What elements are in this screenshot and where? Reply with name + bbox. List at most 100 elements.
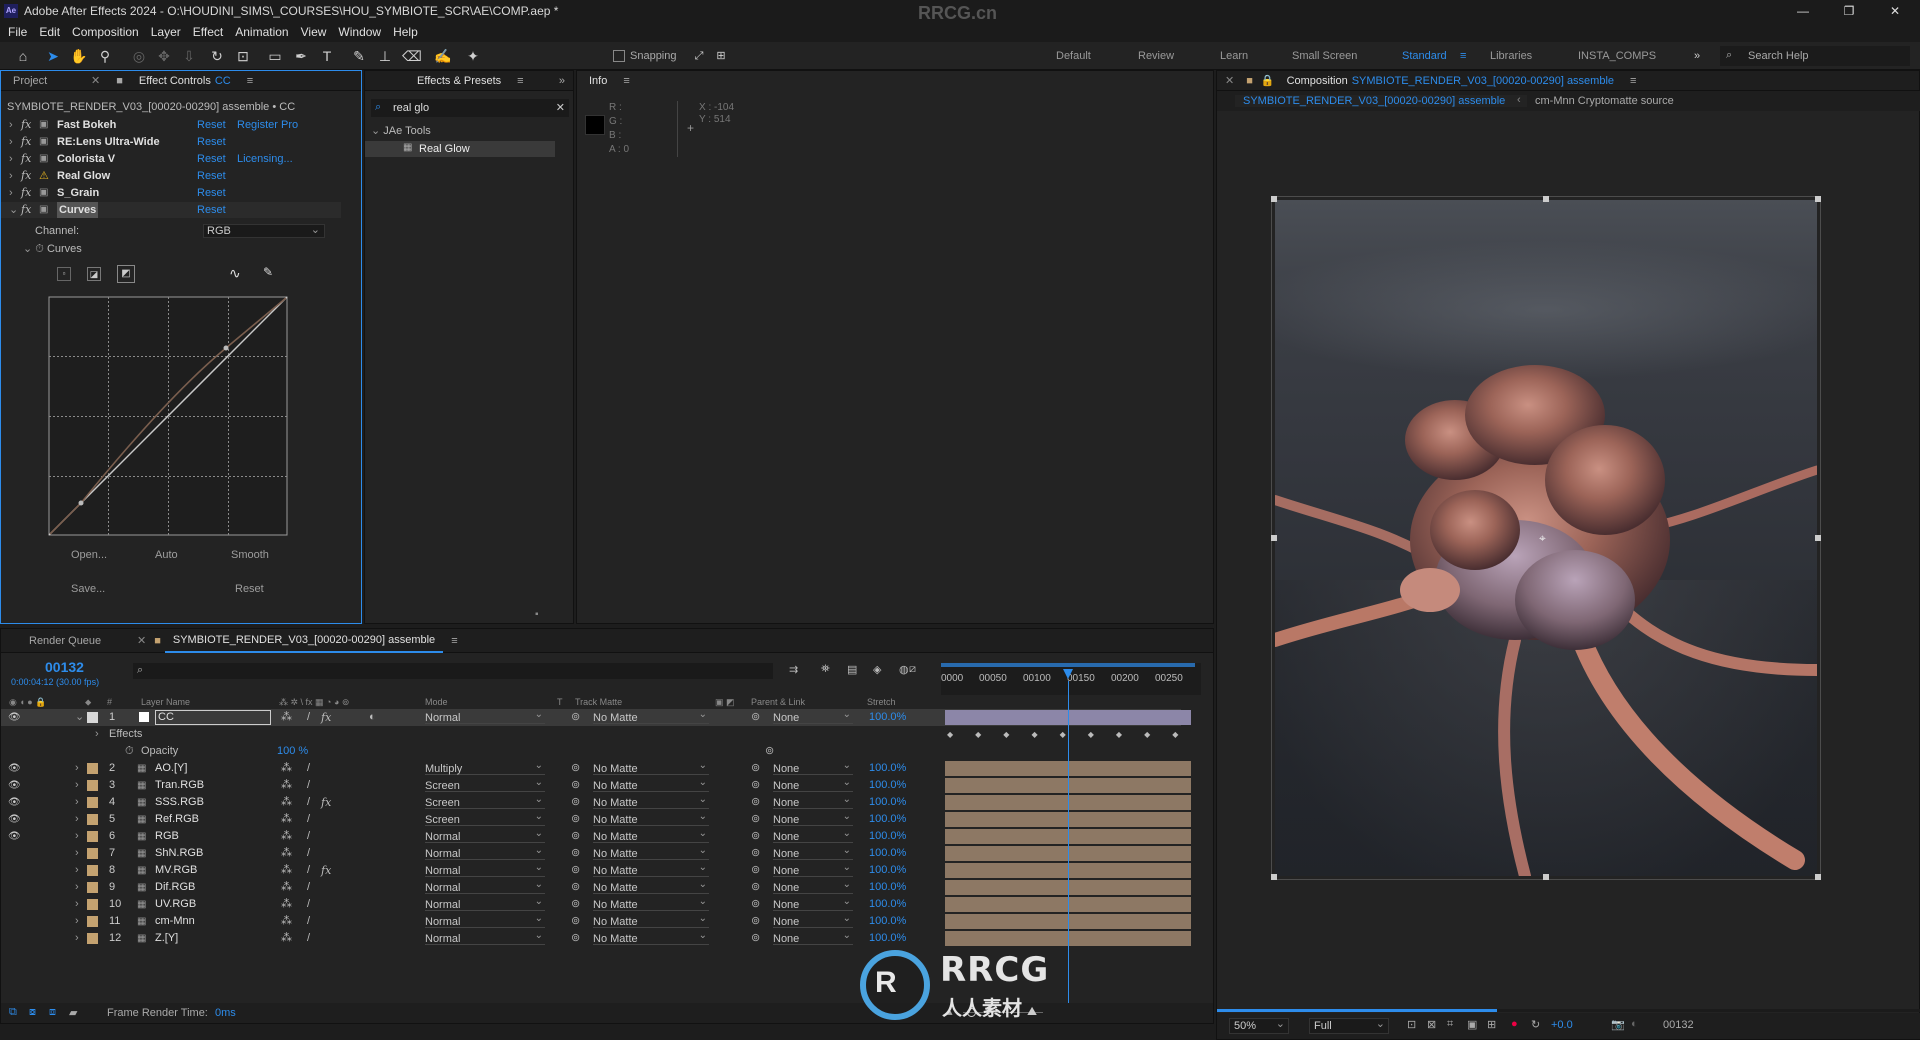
label-color-swatch[interactable] — [87, 780, 98, 791]
quality-switch-icon[interactable]: / — [307, 811, 310, 828]
label-color-swatch[interactable] — [87, 848, 98, 859]
menu-composition[interactable]: Composition — [72, 25, 139, 39]
panel-menu-icon[interactable]: ≡ — [239, 75, 261, 87]
mode-dropdown[interactable]: Normal — [425, 876, 545, 894]
effect-extra-link[interactable]: Register Pro — [237, 117, 298, 133]
toggle-switches-icon[interactable]: ⧉ — [9, 1006, 17, 1019]
track-matte-dropdown[interactable]: No Matte — [593, 825, 709, 843]
quality-switch-icon[interactable]: / — [307, 777, 310, 794]
playhead-line[interactable] — [1068, 681, 1069, 1011]
curves-property-row[interactable]: ⌄ ⏱ Curves — [23, 241, 82, 257]
mode-dropdown[interactable]: Screen — [425, 774, 545, 792]
snap-option-icon[interactable]: ⤢ — [690, 47, 708, 65]
curves-reset-button[interactable]: Reset — [235, 583, 264, 595]
pencil-icon[interactable]: ✎ — [263, 265, 273, 279]
layer-row[interactable]: 👁 › 5 ▦ Ref.RGB ⁂ / Screen ⊚ No Matte ⊚ None 100.0% — [1, 808, 1191, 828]
layer-name[interactable]: CC — [155, 710, 271, 725]
label-color-swatch[interactable] — [87, 899, 98, 910]
stretch-value[interactable]: 100.0% — [869, 930, 906, 947]
chevron-right-icon[interactable]: › — [9, 168, 13, 184]
track-matte-dropdown[interactable]: No Matte — [593, 927, 709, 945]
track-matte-dropdown[interactable]: No Matte — [593, 842, 709, 860]
tab-timeline-comp[interactable]: SYMBIOTE_RENDER_V03_[00020-00290] assemb… — [164, 629, 444, 653]
fx-toggle-icon[interactable]: fx — [21, 134, 31, 150]
workspace-small-screen[interactable]: Small Screen — [1292, 50, 1357, 62]
lock-icon[interactable]: ■ — [108, 75, 131, 87]
effects-search-field[interactable]: ⌕ real glo ✕ — [371, 99, 569, 117]
chevron-right-icon[interactable]: › — [9, 134, 13, 150]
eraser-tool-icon[interactable]: ⌫ — [402, 47, 422, 65]
matte-link-icon[interactable]: ⊚ — [571, 760, 580, 777]
opacity-property-row[interactable]: ⏱ Opacity 100 % ⊚ — [1, 743, 1181, 760]
quality-switch-icon[interactable]: / — [307, 862, 310, 879]
layer-name[interactable]: RGB — [155, 828, 179, 845]
panel-overflow-icon[interactable]: » — [551, 75, 573, 87]
parent-dropdown[interactable]: None — [773, 825, 853, 843]
stretch-value[interactable]: 100.0% — [869, 896, 906, 913]
effect-row[interactable]: › fx ⚠ Real Glow Reset — [1, 168, 341, 184]
mask-visibility-icon[interactable]: ⌗ — [1447, 1018, 1453, 1031]
toggle-modes-icon[interactable]: ⧇ — [29, 1006, 36, 1019]
parent-dropdown[interactable]: None — [773, 808, 853, 826]
fast-previews-icon[interactable]: ⊡ — [1407, 1018, 1416, 1031]
chevron-right-icon[interactable]: › — [75, 811, 79, 828]
pick-whip-icon[interactable]: ⊚ — [751, 930, 760, 947]
mode-dropdown[interactable]: Normal — [425, 927, 545, 945]
label-color-swatch[interactable] — [87, 882, 98, 893]
menu-layer[interactable]: Layer — [151, 25, 181, 39]
stopwatch-icon[interactable]: ⏱ — [35, 243, 44, 255]
zoom-tool-icon[interactable]: ⚲ — [96, 47, 114, 65]
pick-whip-icon[interactable]: ⊚ — [751, 811, 760, 828]
quality-switch-icon[interactable]: / — [307, 913, 310, 930]
layer-name[interactable]: Dif.RGB — [155, 879, 195, 896]
parent-dropdown[interactable]: None — [773, 876, 853, 894]
menu-help[interactable]: Help — [393, 25, 418, 39]
render-time-icon[interactable]: ▰ — [69, 1006, 77, 1019]
chevron-down-icon[interactable]: ⌄ — [75, 709, 84, 726]
effect-row[interactable]: › fx ▣ RE:Lens Ultra-Wide Reset — [1, 134, 341, 150]
tab-effects-presets[interactable]: Effects & Presets — [365, 75, 509, 87]
folder-jae-tools[interactable]: ⌄ JAe Tools — [371, 123, 431, 139]
panel-menu-icon[interactable]: ≡ — [509, 75, 531, 87]
chevron-down-icon[interactable]: ⌄ — [9, 202, 18, 218]
matte-link-icon[interactable]: ⊚ — [571, 811, 580, 828]
mode-dropdown[interactable]: Normal — [425, 893, 545, 911]
shy-switch-icon[interactable]: ⁂ — [281, 777, 292, 794]
effect-row[interactable]: › fx ▣ Colorista V Reset Licensing... — [1, 151, 341, 167]
quality-switch-icon[interactable]: / — [307, 845, 310, 862]
mode-dropdown[interactable]: Normal — [425, 706, 545, 724]
close-tab-icon[interactable]: ✕ — [83, 74, 108, 87]
draft-3d-icon[interactable]: ⛯ — [821, 663, 830, 676]
effect-row[interactable]: › fx ▣ Fast Bokeh Reset Register Pro — [1, 117, 341, 133]
close-tab-icon[interactable]: ✕ — [133, 634, 150, 647]
eye-icon[interactable]: 👁 — [8, 777, 21, 794]
tab-render-queue[interactable]: Render Queue — [1, 635, 133, 647]
exposure-value[interactable]: +0.0 — [1551, 1019, 1573, 1031]
track-matte-dropdown[interactable]: No Matte — [593, 791, 709, 809]
pan-tool-icon[interactable]: ✥ — [155, 47, 173, 65]
orbit-tool-icon[interactable]: ◎ — [130, 47, 148, 65]
opacity-value[interactable]: 100 % — [277, 743, 308, 760]
transform-handle[interactable] — [1271, 535, 1277, 541]
transparency-grid-icon[interactable]: ⊠ — [1427, 1018, 1436, 1031]
effect-item-real-glow[interactable]: ▦ Real Glow — [365, 141, 555, 157]
layer-name[interactable]: MV.RGB — [155, 862, 197, 879]
stretch-value[interactable]: 100.0% — [869, 913, 906, 930]
mode-dropdown[interactable]: Normal — [425, 842, 545, 860]
effect-extra-link[interactable]: Licensing... — [237, 151, 293, 167]
eye-icon[interactable]: 👁 — [8, 811, 21, 828]
chevron-right-icon[interactable]: › — [75, 794, 79, 811]
breadcrumb-source[interactable]: cm-Mnn Cryptomatte source — [1535, 95, 1674, 107]
track-matte-dropdown[interactable]: No Matte — [593, 859, 709, 877]
chevron-right-icon[interactable]: › — [9, 151, 13, 167]
transform-handle[interactable] — [1271, 874, 1277, 880]
layer-name[interactable]: Ref.RGB — [155, 811, 199, 828]
roto-brush-icon[interactable]: ✍ — [434, 47, 452, 65]
fx-toggle-icon[interactable]: fx — [21, 185, 31, 201]
current-frame[interactable]: 00132 — [45, 659, 84, 675]
fx-toggle-icon[interactable]: fx — [21, 151, 31, 167]
tab-info[interactable]: Info — [577, 75, 615, 87]
layer-row[interactable]: › 10 ▦ UV.RGB ⁂ / Normal ⊚ No Matte ⊚ None 100.0% — [1, 893, 1191, 913]
pick-whip-icon[interactable]: ⊚ — [751, 777, 760, 794]
parent-dropdown[interactable]: None — [773, 910, 853, 928]
